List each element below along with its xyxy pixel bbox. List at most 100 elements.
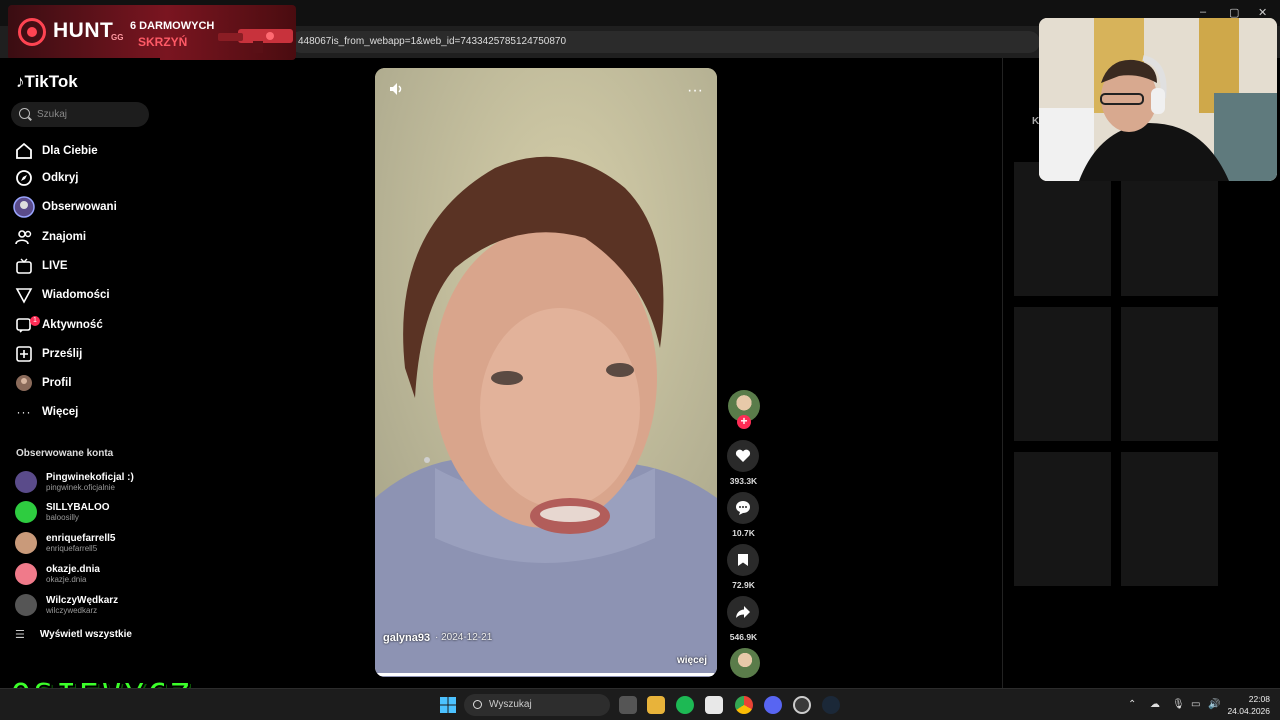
nav-item-upload[interactable]: Prześlij [10, 341, 150, 367]
share-action[interactable]: 546.9K [727, 596, 760, 642]
see-all-link[interactable]: ☰ Wyświetl wszystkie [15, 628, 132, 641]
nav-item-live[interactable]: LIVE [10, 253, 150, 279]
video-thumbnail[interactable] [1121, 162, 1218, 296]
sound-icon[interactable] [389, 82, 405, 101]
save-action[interactable]: 72.9K [727, 544, 760, 590]
video-thumbnail[interactable] [1014, 452, 1111, 586]
like-action[interactable]: 393.3K [727, 440, 760, 486]
follow-button[interactable]: + [737, 415, 751, 429]
more-dots-icon: ··· [16, 405, 32, 419]
video-author[interactable]: galyna93 [383, 632, 430, 644]
video-thumbnail[interactable] [1121, 452, 1218, 586]
nav-label: Obserwowani [42, 201, 117, 213]
followed-account[interactable]: enriquefarrell5 enriquefarrell5 [15, 530, 155, 558]
taskbar-date[interactable]: 24.04.2026 [1226, 706, 1270, 716]
nav-label: Aktywność [42, 319, 103, 331]
volume-icon[interactable]: 🔊 [1208, 699, 1220, 710]
followed-account[interactable]: SILLYBALOO baloosilly [15, 499, 155, 527]
followed-account[interactable]: okazje.dnia okazje.dnia [15, 561, 155, 589]
minimize-button[interactable]: – [1200, 6, 1206, 18]
see-all-label: Wyświetl wszystkie [39, 629, 132, 640]
taskbar-search[interactable]: Wyszukaj [464, 694, 610, 716]
tiktok-note-icon: ♪ [16, 72, 25, 91]
chrome-icon[interactable] [735, 696, 753, 714]
obs-icon[interactable] [793, 696, 811, 714]
nav-item-activity[interactable]: 1 Aktywność [10, 312, 150, 338]
upload-plus-icon [10, 345, 38, 363]
hunt-offer-line2: SKRZYŃ [138, 35, 188, 49]
comment-action[interactable]: 10.7K [727, 492, 760, 538]
home-icon [10, 142, 38, 160]
onedrive-icon[interactable]: ☁ [1150, 699, 1160, 710]
network-icon[interactable]: ▭ [1191, 699, 1200, 710]
more-options-icon[interactable]: ··· [687, 82, 703, 100]
sidebar: ♪TikTok Dla Ciebie Odkryj Obserwowani Zn… [0, 58, 160, 688]
webcam-image [1039, 18, 1277, 181]
hunt-brand: HUNT [53, 19, 114, 42]
weapon-image-icon [218, 29, 293, 53]
hunt-promo-banner: HUNT GG 6 DARMOWYCH SKRZYŃ [8, 5, 296, 60]
video-thumbnail[interactable] [1014, 162, 1111, 296]
account-handle: baloosilly [46, 513, 79, 522]
video-date: · 2024-12-21 [435, 632, 493, 643]
account-handle: enriquefarrell5 [46, 544, 98, 553]
video-thumbnail[interactable] [1121, 307, 1218, 441]
nav-item-messages[interactable]: Wiadomości [10, 282, 150, 308]
nav-item-explore[interactable]: Odkryj [10, 165, 150, 191]
save-count: 72.9K [732, 580, 755, 590]
nav-item-profile[interactable]: Profil [10, 370, 150, 396]
nav-item-following[interactable]: Obserwowani [10, 194, 150, 220]
account-name: Pingwinekoficjal :) [46, 472, 134, 483]
task-view-icon[interactable] [619, 696, 637, 714]
account-handle: wilczywedkarz [46, 606, 98, 615]
search-box[interactable] [11, 102, 149, 127]
activity-badge: 1 [30, 316, 40, 326]
address-bar[interactable]: 448067is_from_webapp=1&web_id=7433425785… [290, 31, 1040, 53]
video-thumbnail[interactable] [1014, 307, 1111, 441]
taskbar-time[interactable]: 22:08 [1240, 694, 1270, 704]
hunt-target-icon [18, 18, 46, 46]
microphone-icon[interactable]: 🎙 [1172, 699, 1185, 710]
compass-icon [10, 169, 38, 187]
nav-label: Odkryj [42, 172, 79, 184]
tray-chevron-icon[interactable]: ⌃ [1128, 699, 1136, 710]
followed-accounts-title: Obserwowane konta [16, 448, 114, 459]
nav-label: Profil [42, 377, 72, 389]
followed-account[interactable]: WilczyWędkarz wilczywedkarz [15, 592, 155, 620]
list-icon: ☰ [15, 629, 25, 641]
heart-icon[interactable] [727, 440, 759, 472]
windows-start-icon[interactable] [440, 697, 456, 713]
comment-icon[interactable] [727, 492, 759, 524]
streamer-webcam [1039, 18, 1277, 181]
account-avatar [15, 501, 37, 523]
store-icon[interactable] [705, 696, 723, 714]
nav-label: Znajomi [42, 231, 87, 243]
nav-item-for-you[interactable]: Dla Ciebie [10, 138, 150, 164]
profile-avatar-icon [10, 374, 38, 392]
followed-account[interactable]: Pingwinekoficjal :) pingwinek.oficjalnie [15, 469, 155, 497]
account-name: SILLYBALOO [46, 502, 110, 513]
tiktok-wordmark: TikTok [24, 72, 78, 91]
account-name: enriquefarrell5 [46, 533, 116, 544]
nav-item-friends[interactable]: Znajomi [10, 224, 150, 250]
video-progress-bar[interactable] [375, 673, 717, 676]
file-explorer-icon[interactable] [647, 696, 665, 714]
tiktok-logo[interactable]: ♪TikTok [16, 72, 78, 92]
activity-icon: 1 [10, 316, 40, 334]
hunt-gg: GG [111, 33, 124, 42]
friends-icon [10, 228, 38, 246]
bookmark-icon[interactable] [727, 544, 759, 576]
nav-item-more[interactable]: ··· Więcej [10, 399, 150, 425]
discord-icon[interactable] [764, 696, 782, 714]
spotify-icon[interactable] [676, 696, 694, 714]
search-input[interactable] [37, 106, 142, 123]
share-arrow-icon[interactable] [727, 596, 759, 628]
search-icon [19, 108, 30, 119]
taskbar-search-label: Wyszukaj [489, 699, 532, 710]
video-player[interactable]: ··· galyna93 · 2024-12-21 więcej [375, 68, 717, 677]
steam-icon[interactable] [822, 696, 840, 714]
video-more-button[interactable]: więcej [677, 655, 707, 666]
next-video-avatar[interactable] [730, 648, 760, 678]
hunt-offer-line1: 6 DARMOWYCH [130, 20, 215, 32]
account-handle: okazje.dnia [46, 575, 87, 584]
